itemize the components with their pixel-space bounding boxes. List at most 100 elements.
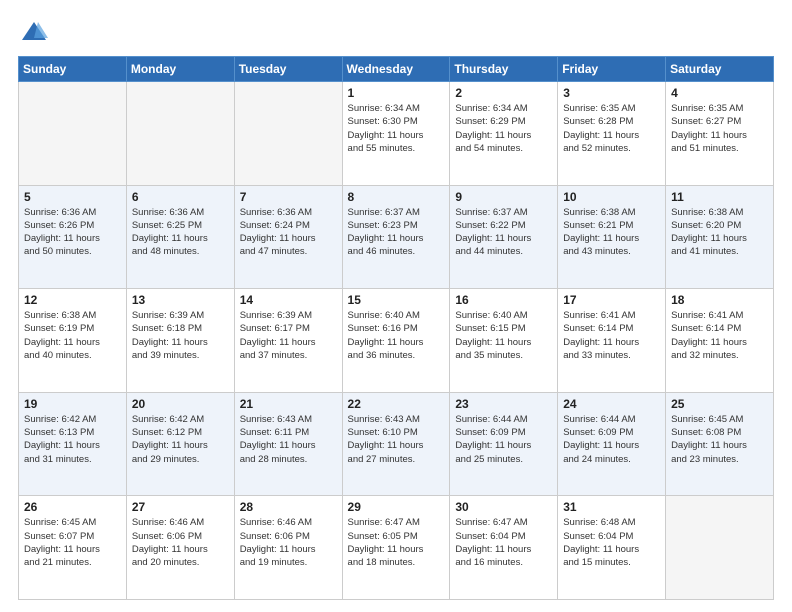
day-info: Sunrise: 6:38 AM Sunset: 6:19 PM Dayligh… xyxy=(24,309,121,362)
day-number: 1 xyxy=(348,86,445,100)
day-number: 27 xyxy=(132,500,229,514)
calendar-cell: 9 Sunrise: 6:37 AM Sunset: 6:22 PM Daylig… xyxy=(450,185,558,289)
day-info: Sunrise: 6:39 AM Sunset: 6:18 PM Dayligh… xyxy=(132,309,229,362)
day-info: Sunrise: 6:37 AM Sunset: 6:23 PM Dayligh… xyxy=(348,206,445,259)
calendar-cell: 20 Sunrise: 6:42 AM Sunset: 6:12 PM Dayli… xyxy=(126,392,234,496)
logo xyxy=(18,18,48,46)
day-info: Sunrise: 6:43 AM Sunset: 6:11 PM Dayligh… xyxy=(240,413,337,466)
weekday-header-row: SundayMondayTuesdayWednesdayThursdayFrid… xyxy=(19,57,774,82)
day-info: Sunrise: 6:36 AM Sunset: 6:24 PM Dayligh… xyxy=(240,206,337,259)
day-number: 10 xyxy=(563,190,660,204)
day-info: Sunrise: 6:39 AM Sunset: 6:17 PM Dayligh… xyxy=(240,309,337,362)
calendar-week-4: 19 Sunrise: 6:42 AM Sunset: 6:13 PM Dayli… xyxy=(19,392,774,496)
day-info: Sunrise: 6:36 AM Sunset: 6:25 PM Dayligh… xyxy=(132,206,229,259)
day-info: Sunrise: 6:40 AM Sunset: 6:16 PM Dayligh… xyxy=(348,309,445,362)
calendar-cell: 6 Sunrise: 6:36 AM Sunset: 6:25 PM Daylig… xyxy=(126,185,234,289)
calendar-cell: 1 Sunrise: 6:34 AM Sunset: 6:30 PM Daylig… xyxy=(342,82,450,186)
day-number: 14 xyxy=(240,293,337,307)
calendar-cell: 5 Sunrise: 6:36 AM Sunset: 6:26 PM Daylig… xyxy=(19,185,127,289)
day-number: 25 xyxy=(671,397,768,411)
day-number: 28 xyxy=(240,500,337,514)
calendar-cell: 18Sunrise: 6:41 AM Sunset: 6:14 PM Dayli… xyxy=(666,289,774,393)
calendar-cell: 24 Sunrise: 6:44 AM Sunset: 6:09 PM Dayli… xyxy=(558,392,666,496)
calendar-week-3: 12 Sunrise: 6:38 AM Sunset: 6:19 PM Dayli… xyxy=(19,289,774,393)
day-info: Sunrise: 6:38 AM Sunset: 6:20 PM Dayligh… xyxy=(671,206,768,259)
day-info: Sunrise: 6:42 AM Sunset: 6:12 PM Dayligh… xyxy=(132,413,229,466)
calendar-cell xyxy=(234,82,342,186)
calendar-cell: 25 Sunrise: 6:45 AM Sunset: 6:08 PM Dayli… xyxy=(666,392,774,496)
day-info: Sunrise: 6:34 AM Sunset: 6:29 PM Dayligh… xyxy=(455,102,552,155)
calendar-cell: 29 Sunrise: 6:47 AM Sunset: 6:05 PM Dayli… xyxy=(342,496,450,600)
calendar-cell: 2 Sunrise: 6:34 AM Sunset: 6:29 PM Daylig… xyxy=(450,82,558,186)
day-number: 18 xyxy=(671,293,768,307)
calendar-cell: 12 Sunrise: 6:38 AM Sunset: 6:19 PM Dayli… xyxy=(19,289,127,393)
day-number: 24 xyxy=(563,397,660,411)
day-number: 31 xyxy=(563,500,660,514)
day-number: 2 xyxy=(455,86,552,100)
day-info: Sunrise: 6:36 AM Sunset: 6:26 PM Dayligh… xyxy=(24,206,121,259)
day-number: 15 xyxy=(348,293,445,307)
weekday-tuesday: Tuesday xyxy=(234,57,342,82)
day-number: 12 xyxy=(24,293,121,307)
weekday-monday: Monday xyxy=(126,57,234,82)
calendar-cell: 15 Sunrise: 6:40 AM Sunset: 6:16 PM Dayli… xyxy=(342,289,450,393)
calendar-table: SundayMondayTuesdayWednesdayThursdayFrid… xyxy=(18,56,774,600)
day-number: 22 xyxy=(348,397,445,411)
page: SundayMondayTuesdayWednesdayThursdayFrid… xyxy=(0,0,792,612)
weekday-friday: Friday xyxy=(558,57,666,82)
calendar-cell: 7 Sunrise: 6:36 AM Sunset: 6:24 PM Daylig… xyxy=(234,185,342,289)
calendar-cell: 14 Sunrise: 6:39 AM Sunset: 6:17 PM Dayli… xyxy=(234,289,342,393)
calendar-week-5: 26 Sunrise: 6:45 AM Sunset: 6:07 PM Dayli… xyxy=(19,496,774,600)
day-info: Sunrise: 6:34 AM Sunset: 6:30 PM Dayligh… xyxy=(348,102,445,155)
day-info: Sunrise: 6:46 AM Sunset: 6:06 PM Dayligh… xyxy=(132,516,229,569)
day-number: 16 xyxy=(455,293,552,307)
day-number: 6 xyxy=(132,190,229,204)
day-number: 9 xyxy=(455,190,552,204)
day-info: Sunrise: 6:43 AM Sunset: 6:10 PM Dayligh… xyxy=(348,413,445,466)
day-info: Sunrise: 6:37 AM Sunset: 6:22 PM Dayligh… xyxy=(455,206,552,259)
day-number: 17 xyxy=(563,293,660,307)
day-info: Sunrise: 6:41 AM Sunset: 6:14 PM Dayligh… xyxy=(563,309,660,362)
calendar-cell: 27 Sunrise: 6:46 AM Sunset: 6:06 PM Dayli… xyxy=(126,496,234,600)
day-info: Sunrise: 6:45 AM Sunset: 6:08 PM Dayligh… xyxy=(671,413,768,466)
logo-icon xyxy=(20,18,48,46)
day-info: Sunrise: 6:48 AM Sunset: 6:04 PM Dayligh… xyxy=(563,516,660,569)
day-info: Sunrise: 6:47 AM Sunset: 6:05 PM Dayligh… xyxy=(348,516,445,569)
calendar-cell: 21 Sunrise: 6:43 AM Sunset: 6:11 PM Dayli… xyxy=(234,392,342,496)
weekday-saturday: Saturday xyxy=(666,57,774,82)
day-info: Sunrise: 6:42 AM Sunset: 6:13 PM Dayligh… xyxy=(24,413,121,466)
day-number: 11 xyxy=(671,190,768,204)
calendar-cell: 22 Sunrise: 6:43 AM Sunset: 6:10 PM Dayli… xyxy=(342,392,450,496)
day-number: 19 xyxy=(24,397,121,411)
day-number: 26 xyxy=(24,500,121,514)
calendar-cell xyxy=(126,82,234,186)
day-number: 29 xyxy=(348,500,445,514)
day-info: Sunrise: 6:35 AM Sunset: 6:27 PM Dayligh… xyxy=(671,102,768,155)
calendar-cell: 13Sunrise: 6:39 AM Sunset: 6:18 PM Dayli… xyxy=(126,289,234,393)
calendar-cell: 10 Sunrise: 6:38 AM Sunset: 6:21 PM Dayli… xyxy=(558,185,666,289)
weekday-wednesday: Wednesday xyxy=(342,57,450,82)
day-info: Sunrise: 6:44 AM Sunset: 6:09 PM Dayligh… xyxy=(455,413,552,466)
calendar-cell: 17 Sunrise: 6:41 AM Sunset: 6:14 PM Dayli… xyxy=(558,289,666,393)
day-number: 8 xyxy=(348,190,445,204)
calendar-cell: 4Sunrise: 6:35 AM Sunset: 6:27 PM Daylig… xyxy=(666,82,774,186)
calendar-cell: 3 Sunrise: 6:35 AM Sunset: 6:28 PM Daylig… xyxy=(558,82,666,186)
day-number: 3 xyxy=(563,86,660,100)
calendar-cell: 28 Sunrise: 6:46 AM Sunset: 6:06 PM Dayli… xyxy=(234,496,342,600)
day-info: Sunrise: 6:40 AM Sunset: 6:15 PM Dayligh… xyxy=(455,309,552,362)
day-info: Sunrise: 6:44 AM Sunset: 6:09 PM Dayligh… xyxy=(563,413,660,466)
day-number: 20 xyxy=(132,397,229,411)
day-number: 5 xyxy=(24,190,121,204)
calendar-cell xyxy=(666,496,774,600)
calendar-cell xyxy=(19,82,127,186)
day-number: 7 xyxy=(240,190,337,204)
calendar-cell: 8 Sunrise: 6:37 AM Sunset: 6:23 PM Daylig… xyxy=(342,185,450,289)
calendar-cell: 11 Sunrise: 6:38 AM Sunset: 6:20 PM Dayli… xyxy=(666,185,774,289)
day-info: Sunrise: 6:38 AM Sunset: 6:21 PM Dayligh… xyxy=(563,206,660,259)
day-info: Sunrise: 6:45 AM Sunset: 6:07 PM Dayligh… xyxy=(24,516,121,569)
day-info: Sunrise: 6:46 AM Sunset: 6:06 PM Dayligh… xyxy=(240,516,337,569)
weekday-thursday: Thursday xyxy=(450,57,558,82)
day-number: 21 xyxy=(240,397,337,411)
day-info: Sunrise: 6:35 AM Sunset: 6:28 PM Dayligh… xyxy=(563,102,660,155)
day-number: 23 xyxy=(455,397,552,411)
